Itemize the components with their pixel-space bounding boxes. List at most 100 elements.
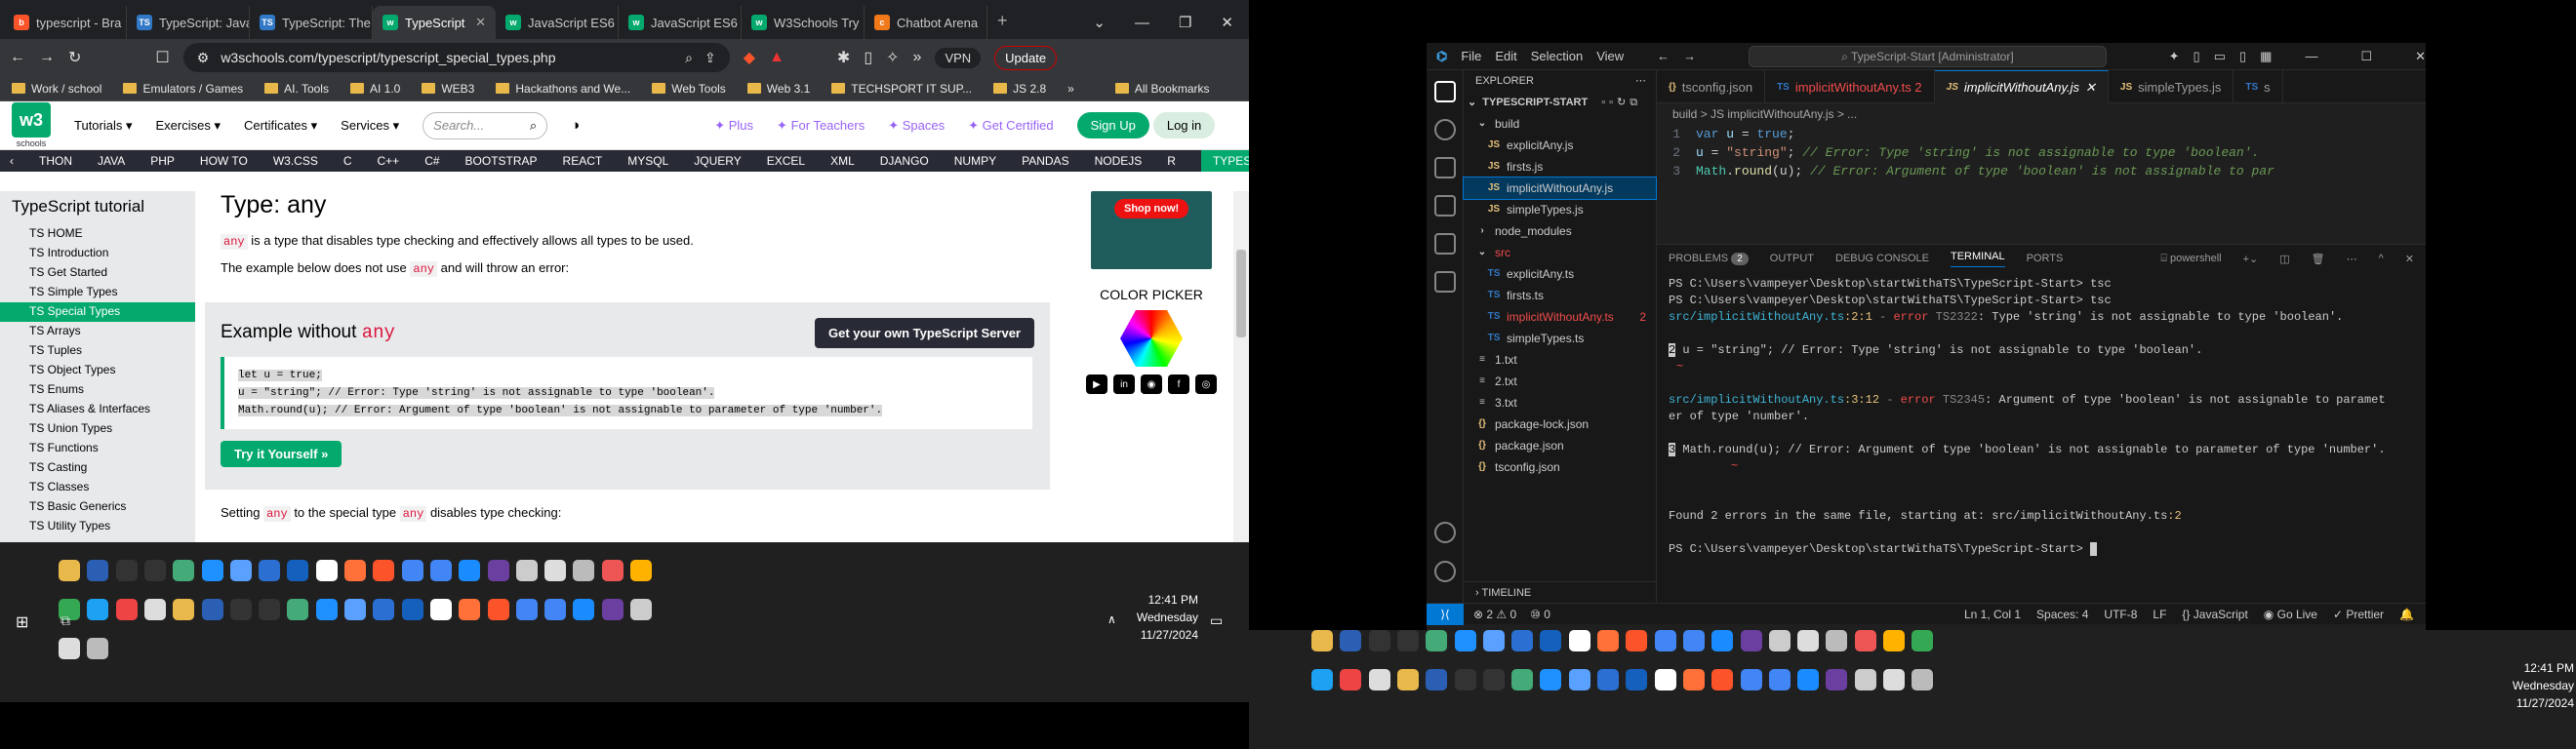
tab-close-icon[interactable]: ✕ bbox=[2085, 80, 2096, 96]
certified-link[interactable]: ✦ Get Certified bbox=[968, 118, 1054, 134]
taskbar-app-icon[interactable] bbox=[1912, 669, 1934, 690]
spaces-link[interactable]: ✦ Spaces bbox=[888, 118, 945, 134]
language-link[interactable]: C bbox=[343, 154, 352, 168]
file-tree-item[interactable]: JS implicitWithoutAny.js bbox=[1463, 177, 1657, 200]
taskbar-app-icon[interactable] bbox=[1826, 669, 1848, 690]
w3-search-field[interactable]: Search... ⌕ bbox=[423, 111, 548, 139]
explorer-icon[interactable] bbox=[1434, 81, 1456, 102]
taskbar-app-icon[interactable] bbox=[173, 560, 195, 581]
sidebar-item[interactable]: TS Object Types bbox=[0, 361, 195, 380]
taskbar-app-icon[interactable] bbox=[1854, 669, 1876, 690]
taskbar-app-icon[interactable] bbox=[1568, 630, 1590, 651]
minimize-icon[interactable]: — bbox=[1135, 15, 1149, 31]
taskbar-app-icon[interactable] bbox=[1426, 669, 1448, 690]
sidebar-item[interactable]: TS Enums bbox=[0, 380, 195, 400]
run-debug-icon[interactable] bbox=[1434, 195, 1456, 217]
taskbar-app-icon[interactable] bbox=[1396, 669, 1419, 690]
sidebar-item[interactable]: TS Functions bbox=[0, 439, 195, 458]
language-link[interactable]: EXCEL bbox=[767, 154, 805, 168]
instagram-icon[interactable]: ◎ bbox=[1195, 374, 1217, 394]
more-tools-icon[interactable]: » bbox=[913, 49, 922, 66]
language-link[interactable]: NODEJS bbox=[1095, 154, 1143, 168]
sidebar-item[interactable]: TS HOME bbox=[0, 224, 195, 244]
file-tree-item[interactable]: ≡ 2.txt bbox=[1464, 371, 1656, 392]
language-link[interactable]: MYSQL bbox=[627, 154, 668, 168]
toggle-secondary-icon[interactable]: ▯ bbox=[2239, 49, 2246, 64]
taskbar-app-icon[interactable] bbox=[1768, 669, 1791, 690]
taskbar-app-icon[interactable] bbox=[259, 599, 281, 620]
taskbar-app-icon[interactable] bbox=[59, 560, 80, 581]
sidebar-icon[interactable]: ▯ bbox=[864, 48, 872, 67]
file-tree-item[interactable]: ≡ 1.txt bbox=[1464, 349, 1656, 371]
zoom-icon[interactable]: ⌕ bbox=[685, 50, 693, 66]
sidebar-item[interactable]: TS Casting bbox=[0, 458, 195, 478]
taskbar-app-icon[interactable] bbox=[1540, 630, 1562, 651]
bookmark-item[interactable]: Web Tools bbox=[652, 82, 726, 96]
panel-tab[interactable]: TERMINAL bbox=[1950, 251, 2005, 267]
breadcrumb[interactable]: build > JS implicitWithoutAny.js > ... bbox=[1657, 103, 2426, 125]
back-icon[interactable]: ← bbox=[10, 49, 25, 66]
line-ending[interactable]: LF bbox=[2153, 608, 2166, 621]
w3-menu-item[interactable]: Exercises ▾ bbox=[156, 118, 221, 134]
taskbar-app-icon[interactable] bbox=[1482, 669, 1505, 690]
language-link[interactable]: PANDAS bbox=[1022, 154, 1068, 168]
taskbar-app-icon[interactable] bbox=[1711, 669, 1734, 690]
teachers-link[interactable]: ✦ For Teachers bbox=[777, 118, 865, 134]
url-field[interactable]: ⚙ w3schools.com/typescript/typescript_sp… bbox=[182, 43, 730, 72]
menu-item[interactable]: Selection bbox=[1531, 49, 1583, 63]
new-terminal-icon[interactable]: +⌄ bbox=[2243, 253, 2259, 265]
taskbar-app-icon[interactable] bbox=[1368, 669, 1390, 690]
youtube-icon[interactable]: ▶ bbox=[1086, 374, 1107, 394]
bookmark-item[interactable]: WEB3 bbox=[422, 82, 474, 96]
file-tree-item[interactable]: ⌄ build bbox=[1464, 113, 1656, 135]
browser-tab[interactable]: w JavaScript ES6 bbox=[619, 6, 742, 39]
menu-item[interactable]: View bbox=[1596, 49, 1624, 63]
taskbar-app-icon[interactable] bbox=[487, 599, 509, 620]
close-icon[interactable]: ✕ bbox=[2415, 49, 2426, 64]
search-icon[interactable]: ⌕ bbox=[530, 118, 537, 134]
sidebar-item[interactable]: TS Utility Types bbox=[0, 517, 195, 536]
language-link[interactable]: R bbox=[1167, 154, 1176, 168]
taskbar-app-icon[interactable] bbox=[287, 599, 309, 620]
dark-mode-icon[interactable]: ◑ bbox=[571, 117, 580, 134]
taskbar-app-icon[interactable] bbox=[373, 599, 395, 620]
file-tree-item[interactable]: {} package.json bbox=[1464, 435, 1656, 456]
taskbar-app-icon[interactable] bbox=[1597, 630, 1619, 651]
problems-status[interactable]: ⊗ 2 ⚠ 0 bbox=[1473, 608, 1516, 621]
language-link[interactable]: HOW TO bbox=[200, 154, 248, 168]
w3-menu-item[interactable]: Certificates ▾ bbox=[244, 118, 317, 134]
extensions-icon[interactable] bbox=[1434, 233, 1456, 255]
language-link[interactable]: NUMPY bbox=[954, 154, 996, 168]
account-icon[interactable] bbox=[1434, 522, 1456, 543]
taskbar-app-icon[interactable] bbox=[573, 599, 595, 620]
ports-status[interactable]: ⑩ 0 bbox=[1530, 608, 1550, 621]
sidebar-item[interactable]: TS Tuples bbox=[0, 341, 195, 361]
source-control-icon[interactable] bbox=[1434, 157, 1456, 178]
toggle-panel-icon[interactable]: ▭ bbox=[2214, 49, 2226, 64]
terminal-shell-label[interactable]: ⌸ powershell bbox=[2160, 253, 2221, 265]
discord-icon[interactable]: ◉ bbox=[1141, 374, 1162, 394]
taskbar-app-icon[interactable] bbox=[1511, 630, 1534, 651]
taskbar-app-icon[interactable] bbox=[143, 560, 166, 581]
taskbar-app-icon[interactable] bbox=[229, 599, 252, 620]
bookmark-icon[interactable]: ☐ bbox=[155, 48, 169, 67]
taskbar-app-icon[interactable] bbox=[87, 599, 109, 620]
notification-icon[interactable]: ▭ bbox=[1210, 612, 1223, 629]
file-tree-item[interactable]: TS simpleTypes.ts bbox=[1464, 328, 1656, 349]
clock[interactable]: 12:41 PM Wednesday 11/27/2024 bbox=[1130, 591, 1198, 644]
taskbar-app-icon[interactable] bbox=[1682, 669, 1705, 690]
command-center[interactable]: ⌕ TypeScript-Start [Administrator] bbox=[1749, 45, 2107, 67]
sidebar-item[interactable]: TS Introduction bbox=[0, 244, 195, 263]
bookmark-item[interactable]: JS 2.8 bbox=[993, 82, 1046, 96]
sidebar-item[interactable]: TS Union Types bbox=[0, 419, 195, 439]
browser-tab[interactable]: TS TypeScript: The bbox=[250, 6, 373, 39]
bookmark-item[interactable]: Work / school bbox=[12, 82, 101, 96]
cursor-position[interactable]: Ln 1, Col 1 bbox=[1964, 608, 2021, 621]
editor-tab[interactable]: JS simpleTypes.js bbox=[2109, 70, 2234, 103]
taskbar-app-icon[interactable] bbox=[115, 560, 138, 581]
taskbar-app-icon[interactable] bbox=[1797, 669, 1820, 690]
tab-search-icon[interactable]: ⌄ bbox=[1093, 14, 1106, 31]
editor-tab[interactable]: TS s bbox=[2234, 70, 2283, 103]
taskbar-app-icon[interactable] bbox=[259, 560, 281, 581]
testing-icon[interactable] bbox=[1434, 271, 1456, 293]
